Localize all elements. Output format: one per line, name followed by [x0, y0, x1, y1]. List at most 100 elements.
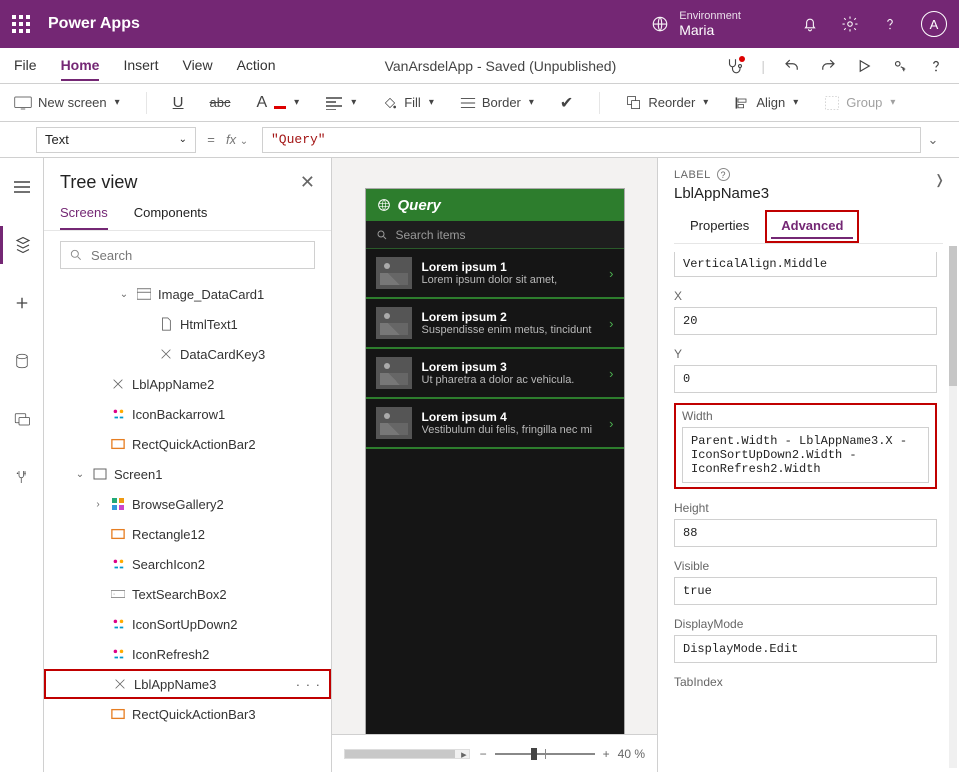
fill-button[interactable]: Fill▾ — [382, 95, 434, 111]
tree-node-image-datacard1[interactable]: ⌄Image_DataCard1 — [44, 279, 331, 309]
props-v-scrollbar[interactable] — [949, 246, 957, 768]
tree-node-rectangle12[interactable]: Rectangle12 — [44, 519, 331, 549]
preview-header: Query — [366, 189, 624, 221]
tree-node-htmltext1[interactable]: HtmlText1 — [44, 309, 331, 339]
fx-label: fx ⌄ — [226, 132, 262, 147]
menu-home[interactable]: Home — [61, 51, 100, 81]
tree-node-textsearchbox2[interactable]: TextSearchBox2 — [44, 579, 331, 609]
prop-tab-advanced[interactable]: Advanced — [771, 214, 853, 239]
text-align-button[interactable]: ▾ — [325, 96, 356, 110]
menu-view[interactable]: View — [182, 51, 212, 81]
strikethrough-button[interactable]: abc — [210, 95, 231, 110]
tree-node-datacardkey3[interactable]: DataCardKey3 — [44, 339, 331, 369]
equals-label: = — [196, 132, 226, 147]
environment-picker[interactable]: Environment Maria — [679, 10, 741, 39]
tree-node-rectquickactionbar2[interactable]: RectQuickActionBar2 — [44, 429, 331, 459]
more-chevron-button[interactable]: ✔ — [560, 93, 573, 113]
zoom-slider[interactable] — [495, 753, 595, 755]
prop-tabindex-label: TabIndex — [674, 675, 937, 689]
share-icon[interactable] — [891, 57, 909, 75]
prop-element-name: LblAppName3 — [674, 185, 943, 202]
prop-tab-properties[interactable]: Properties — [674, 212, 765, 243]
prop-displaymode-label: DisplayMode — [674, 617, 937, 631]
prop-y-value[interactable]: 0 — [674, 365, 937, 393]
tree-node-browsegallery2[interactable]: ›BrowseGallery2 — [44, 489, 331, 519]
prop-expand-icon[interactable]: ❭ — [934, 172, 945, 188]
font-color-button[interactable]: A▾ — [256, 94, 299, 112]
gallery-item[interactable]: Lorem ipsum 2Suspendisse enim metus, tin… — [366, 299, 624, 349]
chevron-right-icon: › — [609, 366, 613, 381]
account-avatar[interactable]: A — [921, 11, 947, 37]
app-preview: Query Search items Lorem ipsum 1Lorem ip… — [365, 188, 625, 772]
prop-width-value[interactable]: Parent.Width - LblAppName3.X - IconSortU… — [682, 427, 929, 483]
formula-input[interactable]: "Query" — [262, 127, 921, 153]
property-dropdown[interactable]: Text⌄ — [36, 127, 196, 153]
app-title: Power Apps — [48, 15, 140, 33]
environment-icon — [651, 15, 669, 33]
rail-insert-icon[interactable] — [0, 284, 44, 322]
app-launcher-icon[interactable] — [12, 15, 30, 33]
play-icon[interactable] — [855, 57, 873, 75]
gallery-item[interactable]: Lorem ipsum 4Vestibulum dui felis, fring… — [366, 399, 624, 449]
tree-node-lblappname2[interactable]: LblAppName2 — [44, 369, 331, 399]
reorder-button[interactable]: Reorder▾ — [626, 95, 708, 111]
underline-button[interactable]: U — [173, 94, 184, 111]
rail-data-icon[interactable] — [0, 342, 44, 380]
undo-icon[interactable] — [783, 57, 801, 75]
prop-verticalalign-value[interactable]: VerticalAlign.Middle — [674, 252, 937, 277]
menu-action[interactable]: Action — [237, 51, 276, 81]
gallery-item[interactable]: Lorem ipsum 3Ut pharetra a dolor ac vehi… — [366, 349, 624, 399]
treeview-search-input[interactable]: Search — [60, 241, 315, 269]
prop-visible-value[interactable]: true — [674, 577, 937, 605]
notifications-icon[interactable] — [801, 15, 819, 33]
treeview-tab-components[interactable]: Components — [134, 197, 208, 230]
tree-node-iconrefresh2[interactable]: IconRefresh2 — [44, 639, 331, 669]
zoom-in-icon[interactable]: + — [603, 747, 610, 761]
treeview-title: Tree view — [60, 172, 137, 193]
prop-y-label: Y — [674, 347, 937, 361]
rail-treeview-icon[interactable] — [0, 226, 44, 264]
prop-height-value[interactable]: 88 — [674, 519, 937, 547]
tree-node-rectquickactionbar3[interactable]: RectQuickActionBar3 — [44, 699, 331, 729]
rail-media-icon[interactable] — [0, 400, 44, 438]
canvas-h-scrollbar[interactable]: ◂▸ — [344, 749, 470, 759]
menu-file[interactable]: File — [14, 51, 37, 81]
thumbnail-icon — [376, 257, 412, 289]
treeview-close-icon[interactable]: ✕ — [300, 172, 315, 193]
align-button[interactable]: Align▾ — [734, 95, 798, 111]
prop-x-label: X — [674, 289, 937, 303]
gallery-item[interactable]: Lorem ipsum 1Lorem ipsum dolor sit amet,… — [366, 249, 624, 299]
preview-search[interactable]: Search items — [366, 221, 624, 249]
thumbnail-icon — [376, 307, 412, 339]
new-screen-button[interactable]: New screen▾ — [14, 95, 120, 110]
help-icon[interactable] — [881, 15, 899, 33]
help-icon-small[interactable] — [927, 57, 945, 75]
zoom-out-icon[interactable]: − — [480, 747, 487, 761]
zoom-value: 40 % — [618, 747, 645, 761]
prop-x-value[interactable]: 20 — [674, 307, 937, 335]
rail-tools-icon[interactable] — [0, 458, 44, 496]
prop-help-icon[interactable]: ? — [717, 168, 730, 181]
prop-displaymode-value[interactable]: DisplayMode.Edit — [674, 635, 937, 663]
redo-icon[interactable] — [819, 57, 837, 75]
prop-visible-label: Visible — [674, 559, 937, 573]
tree-node-searchicon2[interactable]: SearchIcon2 — [44, 549, 331, 579]
treeview-tab-screens[interactable]: Screens — [60, 197, 108, 230]
tree-node-iconsortupdown2[interactable]: IconSortUpDown2 — [44, 609, 331, 639]
border-button[interactable]: Border▾ — [460, 95, 534, 110]
app-checker-icon[interactable] — [725, 57, 743, 75]
preview-app-name: Query — [398, 197, 441, 214]
chevron-right-icon: › — [609, 416, 613, 431]
tree-node-lblappname3[interactable]: LblAppName3· · · — [44, 669, 331, 699]
formula-expand-icon[interactable]: ⌄ — [921, 132, 945, 148]
settings-icon[interactable] — [841, 15, 859, 33]
thumbnail-icon — [376, 357, 412, 389]
group-button: Group▾ — [824, 95, 895, 111]
tree-node-more-icon[interactable]: · · · — [296, 677, 321, 692]
tree-node-screen1[interactable]: ⌄Screen1 — [44, 459, 331, 489]
menu-insert[interactable]: Insert — [123, 51, 158, 81]
search-icon — [69, 248, 83, 262]
rail-hamburger-icon[interactable] — [0, 168, 44, 206]
document-status: VanArsdelApp - Saved (Unpublished) — [300, 58, 702, 74]
tree-node-iconbackarrow1[interactable]: IconBackarrow1 — [44, 399, 331, 429]
